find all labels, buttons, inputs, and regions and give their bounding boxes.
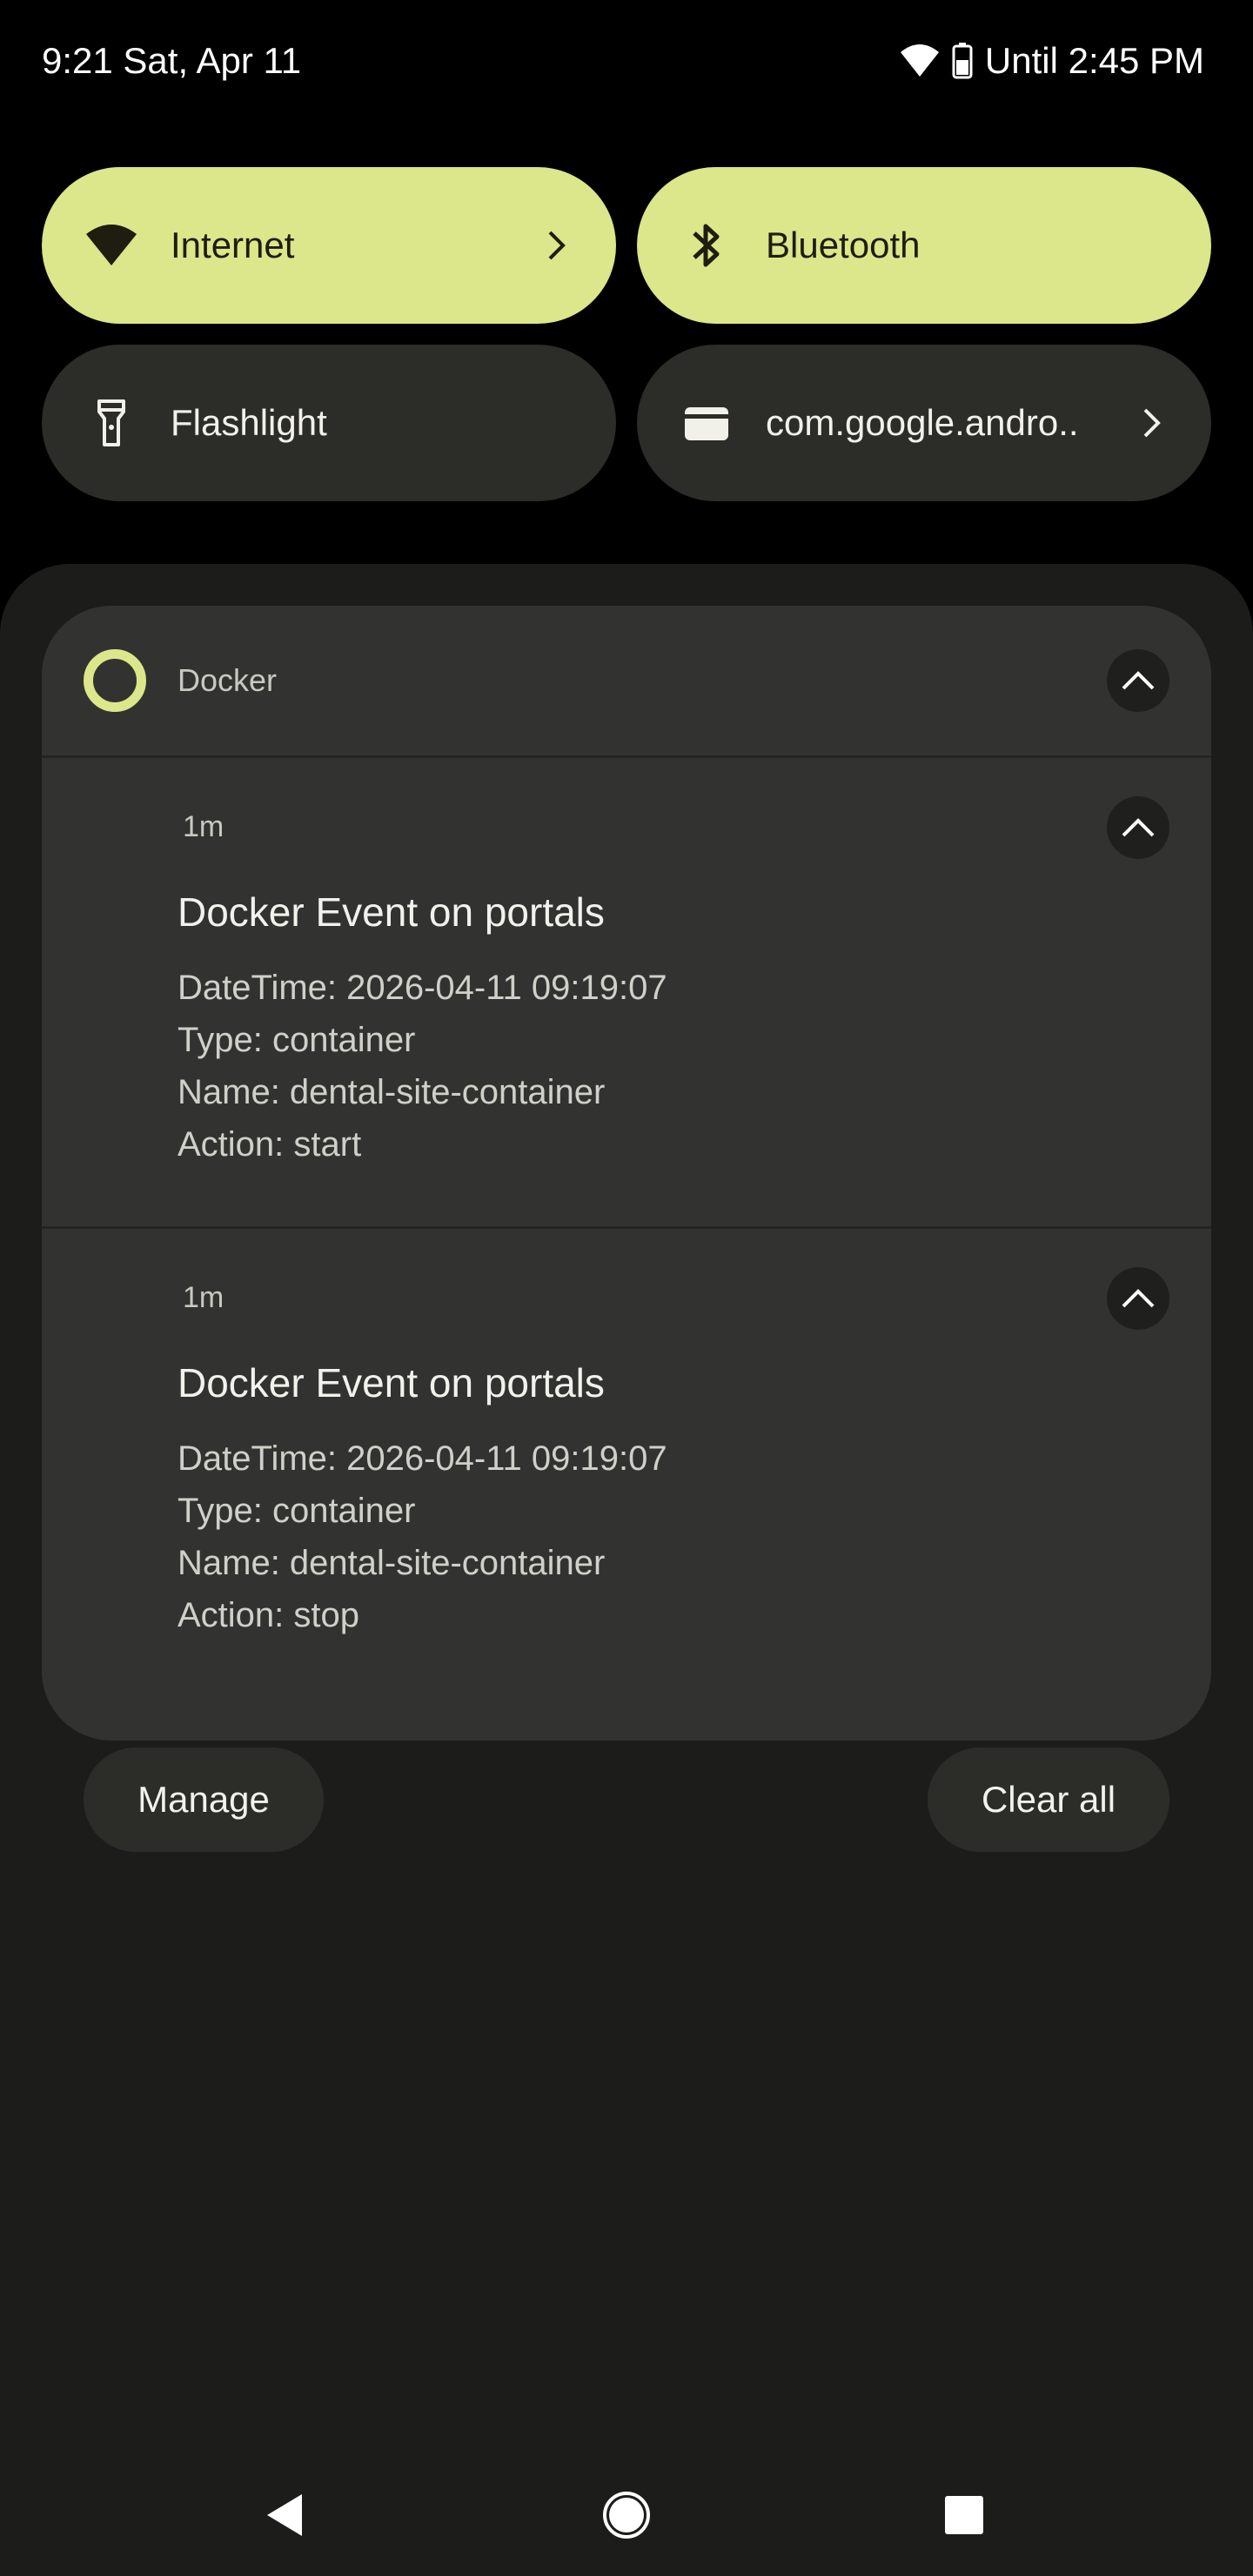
recents-icon[interactable]: [936, 2487, 992, 2543]
home-icon[interactable]: [599, 2487, 654, 2543]
notification-line: Type: container: [178, 1021, 416, 1059]
notification-line: Action: stop: [178, 1596, 360, 1634]
docker-app-icon: [84, 649, 146, 712]
notification-line: Name: dental-site-container: [178, 1073, 606, 1111]
back-icon[interactable]: [258, 2487, 313, 2543]
chevron-right-icon: [539, 230, 574, 261]
battery-text: Until 2:45 PM: [984, 40, 1204, 81]
wallet-tile-label: com.google.andro..: [766, 402, 1079, 443]
notification-title: Docker Event on portals: [178, 889, 605, 935]
collapse-notification-button[interactable]: [1107, 796, 1169, 859]
notification-line: DateTime: 2026-04-11 09:19:07: [178, 969, 667, 1007]
app-name: Docker: [178, 662, 278, 698]
bluetooth-tile[interactable]: Bluetooth: [637, 167, 1211, 324]
status-icons: Until 2:45 PM: [900, 40, 1204, 82]
notification-line: Action: start: [178, 1125, 362, 1164]
wifi-icon: [900, 44, 940, 78]
battery-icon: [952, 43, 973, 79]
notification-line: DateTime: 2026-04-11 09:19:07: [178, 1439, 667, 1478]
notification-time: 1m: [183, 810, 224, 843]
navigation-bar: [0, 2454, 1253, 2576]
collapse-group-button[interactable]: [1107, 649, 1169, 712]
flashlight-icon: [84, 395, 139, 451]
notification-line: Name: dental-site-container: [178, 1544, 606, 1582]
bluetooth-icon: [679, 218, 734, 273]
status-bar: 9:21 Sat, Apr 11 Until 2:45 PM: [0, 0, 1253, 122]
flashlight-tile[interactable]: Flashlight: [42, 345, 616, 501]
internet-tile-label: Internet: [171, 225, 295, 265]
notification-panel: Docker 1m Docker Event on portals DateTi…: [0, 564, 1253, 2576]
notification-group-card[interactable]: Docker 1m Docker Event on portals DateTi…: [42, 606, 1211, 1741]
wifi-icon: [84, 218, 139, 273]
notification-shade-screen: 9:21 Sat, Apr 11 Until 2:45 PM Internet: [0, 0, 1253, 2576]
collapse-notification-button[interactable]: [1107, 1267, 1169, 1330]
notification-group-header[interactable]: Docker: [42, 606, 1211, 755]
flashlight-tile-label: Flashlight: [171, 402, 327, 443]
notification-item[interactable]: 1m Docker Event on portals DateTime: 202…: [42, 758, 1211, 1226]
internet-tile[interactable]: Internet: [42, 167, 616, 324]
notification-title: Docker Event on portals: [178, 1360, 605, 1405]
chevron-right-icon: [1135, 407, 1169, 439]
bluetooth-tile-label: Bluetooth: [766, 225, 921, 265]
manage-button[interactable]: Manage: [84, 1748, 324, 1852]
notification-line: Type: container: [178, 1492, 416, 1530]
wallet-icon: [679, 395, 734, 451]
status-datetime: 9:21 Sat, Apr 11: [42, 40, 302, 81]
notification-item[interactable]: 1m Docker Event on portals DateTime: 202…: [42, 1229, 1211, 1741]
wallet-tile[interactable]: com.google.andro..: [637, 345, 1211, 501]
notification-time: 1m: [183, 1281, 224, 1314]
clear-all-button[interactable]: Clear all: [928, 1748, 1169, 1852]
